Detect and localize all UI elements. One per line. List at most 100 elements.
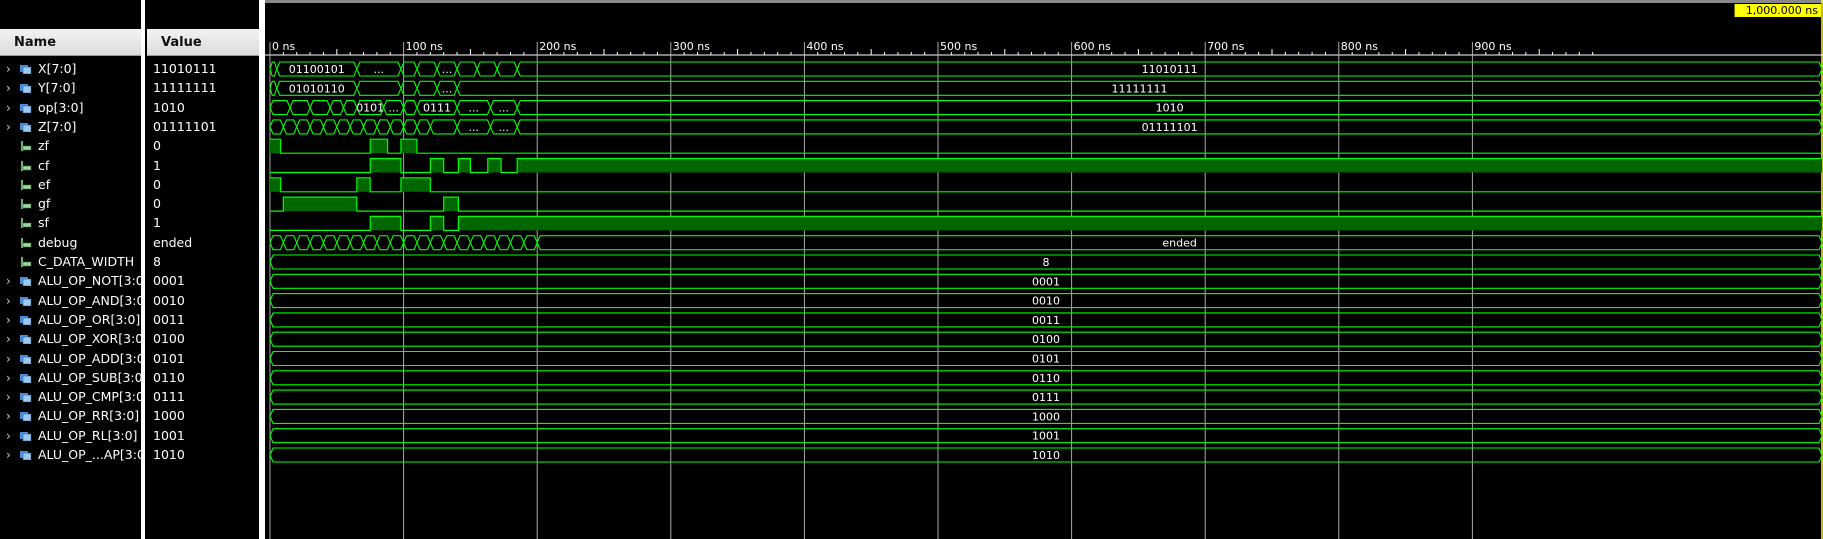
bus-segment <box>269 80 278 96</box>
bus-segment <box>309 235 325 251</box>
cursor-time-label: 1,000.000 ns <box>1746 4 1818 17</box>
bus-signal-icon <box>20 335 32 345</box>
bus-value-label: 11010111 <box>1142 63 1198 76</box>
waveform-alu-op-xor[interactable]: 0100 <box>269 331 1823 347</box>
waveform-z[interactable]: ...... 01111101 <box>269 119 1823 135</box>
bus-value-label: 1010 <box>1156 102 1184 115</box>
tick-label-3: 300 ns <box>673 40 710 53</box>
name-column-header[interactable]: Name <box>0 29 141 56</box>
waveform-c-data-width[interactable]: 8 <box>269 254 1823 270</box>
waveform-alu-op-and[interactable]: 0010 <box>269 293 1823 309</box>
waveform-alu-op-ap[interactable]: 1010 <box>269 447 1823 463</box>
bus-value-label: 1010 <box>1032 449 1060 462</box>
bus-value-label: 1001 <box>1032 430 1060 443</box>
waveform-alu-op-sub[interactable]: 0110 <box>269 370 1823 386</box>
waveform-alu-op-rr[interactable]: 1000 <box>269 408 1823 424</box>
high-level-fill <box>517 158 1822 173</box>
value-column-header[interactable]: Value <box>147 29 259 56</box>
high-level-fill <box>283 197 357 212</box>
bus-segment <box>363 235 378 251</box>
waveform-alu-op-cmp[interactable]: 0111 <box>269 389 1823 405</box>
tick-label-6: 600 ns <box>1074 40 1111 53</box>
tick-label-2: 200 ns <box>539 40 576 53</box>
waveform-canvas[interactable]: 1,000.000 ns 0 ns 100 ns 200 ns 300 ns 400 ns… <box>265 0 1823 539</box>
tick-label-9: 900 ns <box>1474 40 1511 53</box>
bus-value-label: 01010110 <box>289 82 345 95</box>
bus-segment <box>296 119 311 135</box>
waveform-alu-op-add[interactable]: 0101 <box>269 350 1823 367</box>
bit-trace <box>270 138 1822 154</box>
high-level-fill <box>400 177 431 192</box>
bus-value-label: 0110 <box>1032 372 1060 385</box>
waveform-x[interactable]: 01100101...... 11010111 <box>269 61 1823 77</box>
signal-value: 01111101 <box>153 118 217 134</box>
bus-value-label: ... <box>499 121 510 134</box>
bus-value-label: ended <box>1162 237 1196 250</box>
tick-label-4: 400 ns <box>806 40 843 53</box>
waveform-debug[interactable]: ended <box>269 235 1823 251</box>
bus-segment <box>282 119 298 135</box>
bus-segment <box>469 235 485 251</box>
bus-segment <box>269 119 284 135</box>
bus-signal-icon <box>20 103 32 113</box>
bus-value-label: ... <box>442 82 453 95</box>
bus-value-label: 0111 <box>1032 391 1060 404</box>
waveform-op[interactable]: 0101... 0111...... 1010 <box>269 100 1823 116</box>
bus-segment <box>403 235 418 251</box>
high-level-fill <box>370 139 388 154</box>
bus-signal-icon <box>20 431 32 441</box>
bit-signal-icon <box>21 179 32 190</box>
waveform-sf[interactable] <box>270 215 1823 231</box>
tick-label-7: 700 ns <box>1207 40 1244 53</box>
bus-value-label: 0101 <box>1032 353 1060 366</box>
bit-trace <box>270 196 1822 212</box>
waveform-cf[interactable] <box>270 157 1822 174</box>
bus-segment <box>363 119 378 135</box>
waveform-ef[interactable] <box>270 177 1822 193</box>
bit-signal-icon <box>21 218 32 229</box>
waveform-top-border <box>265 0 1823 3</box>
bus-value-label: ... <box>374 63 385 76</box>
bus-value-label: 0011 <box>1032 314 1060 327</box>
bit-trace <box>270 177 1822 193</box>
bus-segment <box>389 119 405 135</box>
bus-segment <box>269 100 291 116</box>
high-level-fill <box>458 158 471 173</box>
waveform-alu-op-rl[interactable]: 1001 <box>269 428 1823 444</box>
high-level-fill <box>270 139 281 154</box>
bus-segment <box>269 235 284 251</box>
bus-signal-icon <box>20 451 32 460</box>
high-level-fill <box>356 177 371 192</box>
high-level-fill <box>430 216 444 231</box>
bus-segment <box>309 100 331 116</box>
waveform-alu-op-or[interactable]: 0011 <box>269 312 1823 328</box>
high-level-fill <box>400 139 417 154</box>
bus-segment <box>483 235 498 251</box>
names-panel: Name › X[7:0] › Y[7:0] › op[3:0] › Z[7:0] zf cf ef… <box>0 0 145 539</box>
waveform-area[interactable]: 1,000.000 ns 0 ns 100 ns 200 ns 300 ns 400 ns… <box>265 0 1823 539</box>
expand-chevron-icon[interactable]: › <box>6 444 11 466</box>
tick-label-0: 0 ns <box>272 40 295 53</box>
bus-value-label: 0010 <box>1032 295 1060 308</box>
waveform-zf[interactable] <box>270 138 1822 154</box>
bus-signal-icon <box>20 84 32 94</box>
waveform-alu-op-not[interactable]: 0001 <box>269 273 1823 289</box>
bus-value-label: 8 <box>1043 256 1050 269</box>
waveform-gf[interactable] <box>270 196 1822 212</box>
bus-segment <box>376 235 391 251</box>
bus-segment <box>456 61 478 77</box>
bus-segment <box>356 80 402 96</box>
bus-segment <box>416 235 431 251</box>
bus-value-label: 0111 <box>423 102 451 115</box>
bus-value-label: ... <box>388 102 399 115</box>
bus-signal-icon <box>20 122 32 132</box>
bus-value-label: 0100 <box>1032 333 1060 346</box>
bus-signal-icon <box>20 65 32 74</box>
values-panel: Value 11010111 11111111 1010 01111101 0 1 0 0 1 e… <box>145 0 261 539</box>
bus-segment <box>429 119 458 135</box>
bus-value-label: 01111101 <box>1142 121 1198 134</box>
expand-chevron-icon[interactable]: › <box>6 116 11 138</box>
waveform-y[interactable]: 01010110... 11111111 <box>269 80 1823 96</box>
high-level-fill <box>370 158 401 173</box>
bus-signal-icon <box>20 393 32 403</box>
